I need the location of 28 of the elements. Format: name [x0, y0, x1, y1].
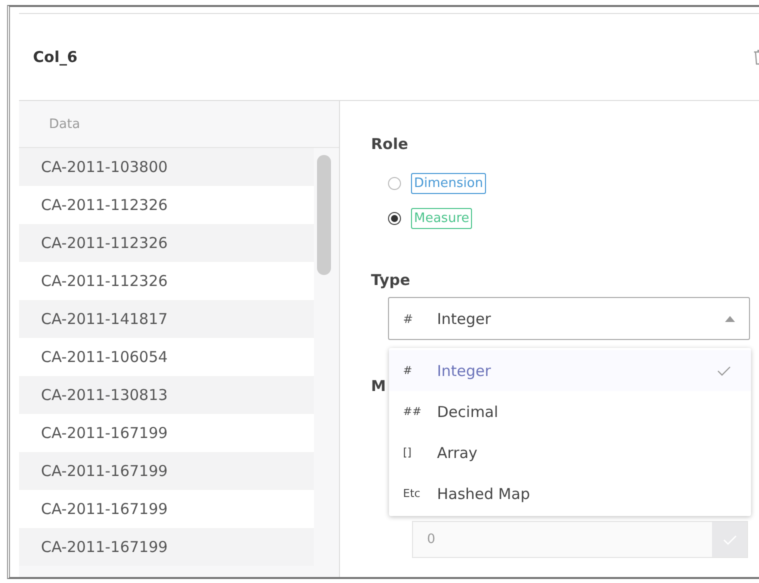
scrollbar-thumb[interactable]	[317, 155, 331, 275]
data-row: CA-2011-112326	[19, 262, 314, 300]
check-icon	[717, 366, 731, 376]
data-row: CA-2011-103800	[19, 148, 314, 186]
role-label: Role	[371, 135, 410, 153]
data-row: CA-2011-167199	[19, 414, 314, 452]
type-select[interactable]: # Integer	[388, 297, 750, 340]
type-option[interactable]: ## Decimal	[389, 391, 751, 432]
radio-button[interactable]	[388, 177, 401, 190]
type-option[interactable]: # Integer	[389, 350, 751, 391]
data-row: CA-2011-130813	[19, 376, 314, 414]
type-option[interactable]: [] Array	[389, 432, 751, 473]
type-label: Type	[371, 271, 412, 289]
data-row: CA-2011-112326	[19, 224, 314, 262]
data-row: CA-2011-167199	[19, 490, 314, 528]
data-row: CA-2011-141817	[19, 300, 314, 338]
role-tag: Measure	[411, 208, 472, 229]
radio-button[interactable]	[388, 212, 401, 225]
caret-icon	[725, 316, 735, 322]
data-row: CA-2011-167199	[19, 452, 314, 490]
data-row: CA-2011-106054	[19, 338, 314, 376]
data-row: CA-2011-112326	[19, 186, 314, 224]
column-heading: Data	[49, 116, 80, 132]
field-label: M	[371, 377, 386, 395]
role-tag: Dimension	[411, 173, 486, 194]
column-title: Col_6	[33, 48, 78, 66]
data-row: CA-2011-167199	[19, 528, 314, 566]
type-option[interactable]: Etc Hashed Map	[389, 473, 751, 514]
